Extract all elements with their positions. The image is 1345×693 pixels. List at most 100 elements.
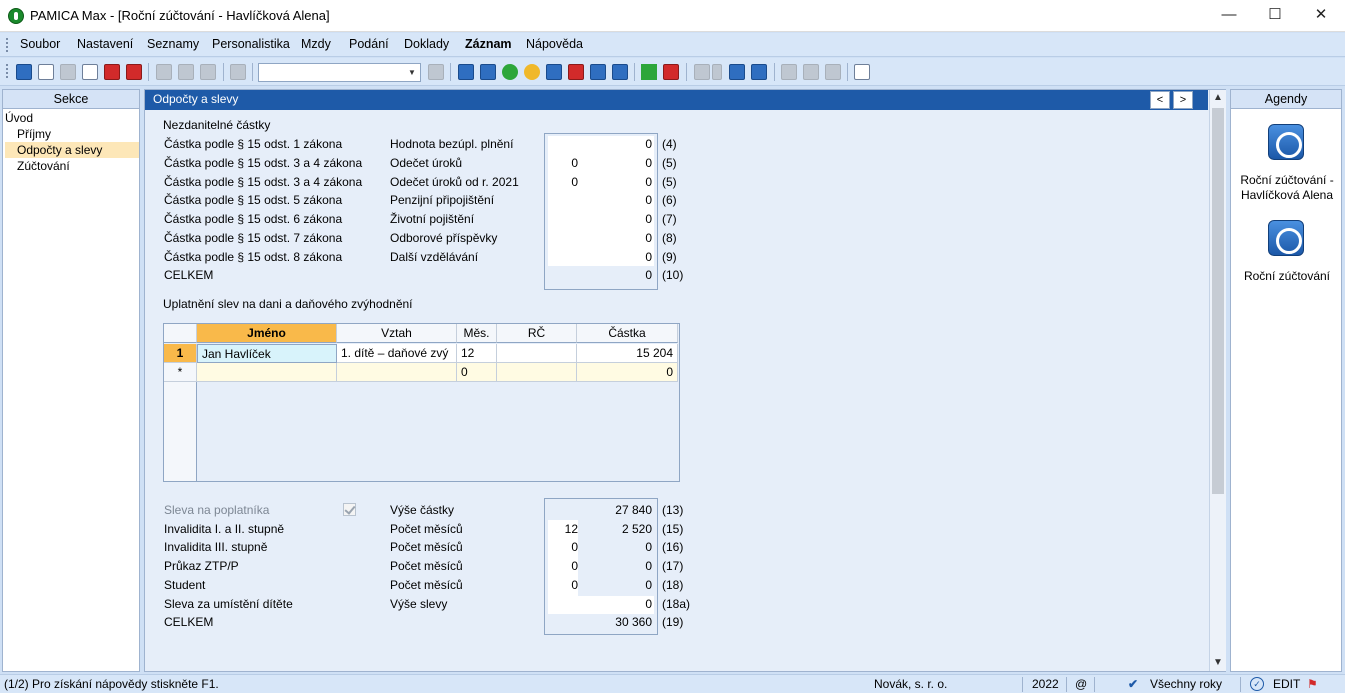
value-field-a[interactable]: 0 — [548, 156, 578, 170]
tool-flag-red-icon[interactable] — [663, 64, 679, 80]
tool-folder-dropdown-icon[interactable] — [712, 64, 722, 80]
tool-import-icon[interactable] — [16, 64, 32, 80]
cell-rc[interactable] — [497, 344, 577, 363]
item-label: Penzijní připojištění — [390, 193, 495, 207]
menu-napoveda[interactable]: Nápověda — [526, 37, 583, 51]
tool-person-up-icon[interactable] — [480, 64, 496, 80]
cell-castka[interactable]: 15 204 — [577, 344, 678, 363]
status-years[interactable]: Všechny roky — [1150, 677, 1222, 691]
toolbar-combo[interactable]: ▼ — [258, 63, 421, 82]
agenda-item-label[interactable]: Roční zúčtování - Havlíčková Alena — [1231, 173, 1343, 203]
tool-pdf-export-icon[interactable] — [126, 64, 142, 80]
agenda-item-label[interactable]: Roční zúčtování — [1231, 269, 1343, 284]
chevron-down-icon[interactable]: ▼ — [406, 65, 418, 80]
col-header-mes[interactable]: Měs. — [457, 324, 497, 343]
menu-mzdy[interactable]: Mzdy — [301, 37, 331, 51]
scroll-thumb[interactable] — [1212, 108, 1224, 494]
tree-item-odpocty[interactable]: Odpočty a slevy — [5, 142, 139, 158]
cell-jmeno[interactable] — [197, 363, 337, 382]
value-field[interactable]: 0 — [582, 231, 652, 245]
menu-nastaveni[interactable]: Nastavení — [77, 37, 133, 51]
title-bar: PAMICA Max - [Roční zúčtování - Havlíčko… — [0, 0, 1345, 32]
col-header-vztah[interactable]: Vztah — [337, 324, 457, 343]
menu-zaznam[interactable]: Záznam — [465, 37, 512, 51]
tool-new-icon[interactable] — [156, 64, 172, 80]
tool-copy-icon[interactable] — [230, 64, 246, 80]
tool-print-icon[interactable] — [60, 64, 76, 80]
tool-preview-icon[interactable] — [82, 64, 98, 80]
value-field[interactable]: 0 — [582, 597, 652, 611]
flag-icon[interactable]: ⚑ — [1307, 677, 1318, 691]
value-field[interactable]: 0 — [582, 175, 652, 189]
cell-vztah[interactable] — [337, 363, 457, 382]
tool-settings-icon[interactable] — [38, 64, 54, 80]
tool-doc-list-icon[interactable] — [825, 64, 841, 80]
tool-person-green-icon[interactable] — [502, 64, 518, 80]
value-field[interactable]: 0 — [582, 212, 652, 226]
nav-prev-button[interactable]: < — [1150, 91, 1170, 109]
value-field[interactable]: 0 — [582, 193, 652, 207]
value-field[interactable]: 0 — [582, 156, 652, 170]
tree-item-prijmy[interactable]: Příjmy — [17, 126, 51, 142]
item-label: Odečet úroků — [390, 156, 463, 170]
tree-item-zuctovani[interactable]: Zúčtování — [17, 158, 70, 174]
sleva-poplatnik-checkbox[interactable] — [343, 503, 356, 516]
tool-iban-icon[interactable] — [751, 64, 767, 80]
minimize-button[interactable]: — — [1206, 0, 1252, 32]
scroll-up-icon[interactable]: ▲ — [1210, 90, 1226, 106]
tool-calculator-icon[interactable] — [729, 64, 745, 80]
tool-m4-icon[interactable] — [590, 64, 606, 80]
cell-mes[interactable]: 0 — [457, 363, 497, 382]
menu-podani[interactable]: Podání — [349, 37, 389, 51]
cell-mes[interactable]: 12 — [457, 344, 497, 363]
tool-m-icon[interactable] — [458, 64, 474, 80]
col-header-jmeno[interactable]: Jméno — [197, 324, 337, 343]
tool-pin-icon[interactable] — [854, 64, 870, 80]
tool-person-yellow-icon[interactable] — [524, 64, 540, 80]
tool-pdf-icon[interactable] — [104, 64, 120, 80]
months-field[interactable]: 12 — [548, 522, 578, 536]
maximize-button[interactable]: ☐ — [1252, 0, 1298, 32]
menu-doklady[interactable]: Doklady — [404, 37, 449, 51]
menu-soubor[interactable]: Soubor — [20, 37, 60, 51]
months-field[interactable]: 0 — [548, 559, 578, 573]
vertical-scrollbar[interactable]: ▲ ▼ — [1209, 90, 1226, 671]
menu-seznamy[interactable]: Seznamy — [147, 37, 199, 51]
tool-save-icon[interactable] — [178, 64, 194, 80]
tool-m2-icon[interactable] — [546, 64, 562, 80]
nav-next-button[interactable]: > — [1173, 91, 1193, 109]
tool-save-all-icon[interactable] — [200, 64, 216, 80]
value-field[interactable]: 0 — [582, 250, 652, 264]
value-field-a[interactable]: 0 — [548, 175, 578, 189]
menu-personalistika[interactable]: Personalistika — [212, 37, 290, 51]
cell-castka[interactable]: 0 — [577, 363, 678, 382]
window-title: PAMICA Max - [Roční zúčtování - Havlíčko… — [30, 8, 330, 23]
tree-item-uvod[interactable]: Úvod — [5, 110, 33, 126]
new-row-marker[interactable]: * — [164, 363, 197, 382]
cell-jmeno[interactable]: Jan Havlíček — [197, 344, 337, 363]
months-field[interactable]: 0 — [548, 578, 578, 592]
tool-m3-icon[interactable] — [568, 64, 584, 80]
row-code: (19) — [662, 615, 684, 629]
tool-filter-icon[interactable] — [428, 64, 444, 80]
close-button[interactable]: ✕ — [1298, 0, 1344, 32]
col-header-rc[interactable]: RČ — [497, 324, 577, 343]
row-code: (5) — [662, 175, 677, 189]
cell-vztah[interactable]: 1. dítě – daňové zvý — [337, 344, 457, 363]
tool-message-icon[interactable] — [781, 64, 797, 80]
row-number[interactable]: 1 — [164, 344, 197, 363]
months-field[interactable]: 0 — [548, 540, 578, 554]
scroll-down-icon[interactable]: ▼ — [1210, 655, 1226, 671]
status-year[interactable]: 2022 — [1032, 677, 1059, 691]
agenda-rocni-zuctovani-2-icon[interactable] — [1268, 220, 1304, 256]
col-header-castka[interactable]: Částka — [577, 324, 678, 343]
tool-list-icon[interactable] — [803, 64, 819, 80]
sleva-poplatnik-label: Sleva na poplatníka — [164, 503, 270, 517]
tool-folder-icon[interactable] — [694, 64, 710, 80]
tool-m5-icon[interactable] — [612, 64, 628, 80]
cell-rc[interactable] — [497, 363, 577, 382]
tool-flag-green-icon[interactable] — [641, 64, 657, 80]
value-field[interactable]: 0 — [582, 137, 652, 151]
agenda-rocni-zuctovani-icon[interactable] — [1268, 124, 1304, 160]
agenda-line1: Roční zúčtování - — [1240, 173, 1334, 187]
